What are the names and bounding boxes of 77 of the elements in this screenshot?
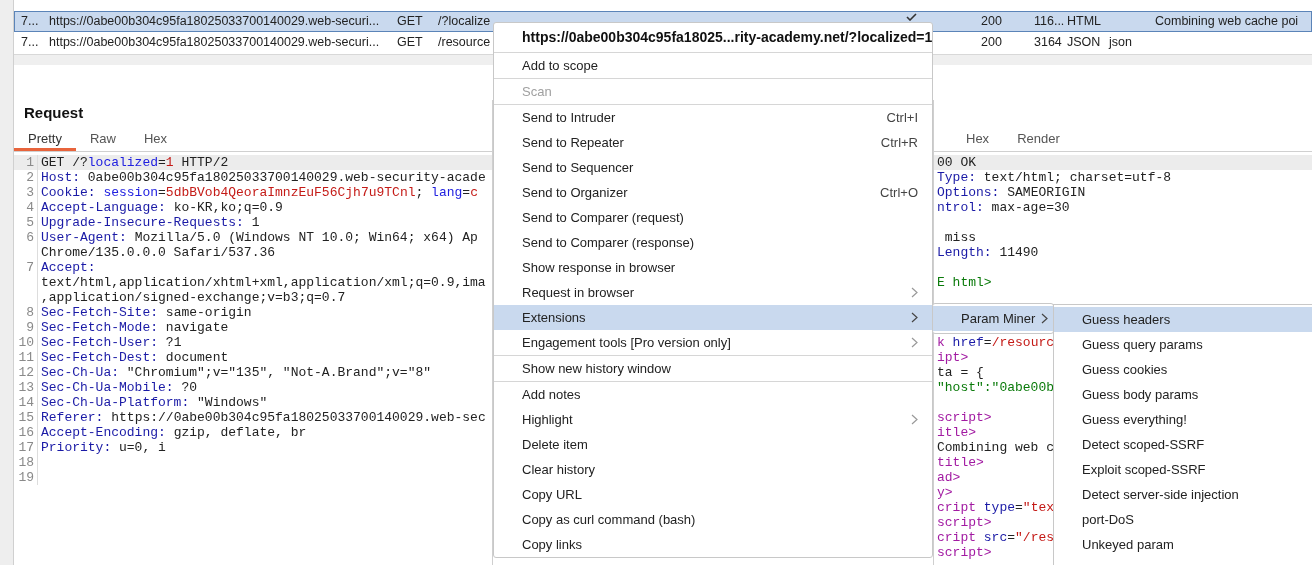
line-number: 9 [26,320,34,335]
code-line: cript type="tex [937,500,1055,515]
line-number: 18 [18,455,34,470]
code-line: Sec-Ch-Ua-Platform: "Windows" [40,395,268,410]
code-line: title> [937,455,984,470]
code-line: script> [937,410,992,425]
code-line: Options: SAMEORIGIN [937,185,1086,200]
table-cell: 200 [981,35,1002,50]
table-cell: GET [397,14,423,29]
code-line: ta = { [937,365,984,380]
code-line: Cookie: session=5dbBVob4QeoraImnzEuF56Cjh7u9TCnl; lang=c [40,185,478,200]
table-cell: https://0abe00b304c95fa18025033700140029.web-securi... [49,14,380,29]
code-line: Length: 11490 [937,245,1039,260]
code-line: Upgrade-Insecure-Requests: 1 [40,215,260,230]
table-cell: 7... [21,14,39,29]
code-line: Host: 0abe00b304c95fa18025033700140029.web-security-acade [40,170,486,185]
code-line: ntrol: max-age=30 [937,200,1070,215]
line-number: 11 [18,350,34,365]
code-line: User-Agent: Mozilla/5.0 (Windows NT 10.0; Win64; x64) Ap [40,230,478,245]
line-number: 4 [26,200,34,215]
line-number: 14 [18,395,34,410]
code-line: Combining web c [937,440,1055,455]
code-line: itle> [937,425,976,440]
code-line: Referer: https://0abe00b304c95fa18025033700140029.web-sec [40,410,486,425]
code-line: ad> [937,470,961,485]
line-number: 17 [18,440,34,455]
code-line: "host":"0abe00b [937,380,1055,395]
table-cell: /?localize [438,14,491,29]
code-line: miss [943,230,976,245]
line-number: 13 [18,380,34,395]
table-cell: 116... [1034,14,1065,29]
code-line: Sec-Ch-Ua: "Chromium";v="135", "Not-A.Brand";v="8" [40,365,432,380]
table-cell: HTML [1067,14,1102,29]
code-line: Sec-Fetch-Mode: navigate [40,320,229,335]
code-line: GET /?localized=1 HTTP/2 [40,155,229,170]
line-number: 12 [18,365,34,380]
line-number: 2 [26,170,34,185]
code-line: Accept-Encoding: gzip, deflate, br [40,425,307,440]
code-line: Sec-Fetch-User: ?1 [40,335,182,350]
code-line: cript src="/res [937,530,1055,545]
code-line: 00 OK [937,155,976,170]
code-line: k href=/resourc [937,335,1055,350]
code-line: Sec-Ch-Ua-Mobile: ?0 [40,380,198,395]
code-line: script> [937,545,992,560]
line-number: 10 [18,335,34,350]
line-number: 15 [18,410,34,425]
table-cell: JSON [1067,35,1101,50]
code-line: Priority: u=0, i [40,440,166,455]
code-line: Accept: [40,260,96,275]
table-cell: https://0abe00b304c95fa18025033700140029.web-securi... [49,35,380,50]
panel-title: Request [24,102,84,123]
code-line: E html> [937,275,992,290]
table-cell: 3164 [1034,35,1062,50]
table-cell: 7... [21,35,39,50]
table-cell: /resource [438,35,491,50]
line-number: 16 [18,425,34,440]
code-line: Accept-Language: ko-KR,ko;q=0.9 [40,200,283,215]
line-number: 6 [26,230,34,245]
code-line: ipt> [937,350,969,365]
line-number: 5 [26,215,34,230]
table-cell: GET [397,35,423,50]
code-line: y> [937,485,953,500]
line-number: 3 [26,185,34,200]
line-number: 1 [26,155,34,170]
table-cell: json [1109,35,1132,50]
table-cell: Combining web cache poi [1155,14,1299,29]
line-number: 8 [26,305,34,320]
line-number: 7 [26,260,34,275]
table-cell: 200 [981,14,1002,29]
code-line: Sec-Fetch-Dest: document [40,350,229,365]
code-line: ,application/signed-exchange;v=b3;q=0.7 [40,290,346,305]
code-line: text/html,application/xhtml+xml,application/xml;q=0.9,ima [40,275,486,290]
code-line: Chrome/135.0.0.0 Safari/537.36 [40,245,276,260]
line-number: 19 [18,470,34,485]
code-line: script> [937,515,992,530]
code-line: Sec-Fetch-Site: same-origin [40,305,252,320]
code-line: Type: text/html; charset=utf-8 [937,170,1172,185]
